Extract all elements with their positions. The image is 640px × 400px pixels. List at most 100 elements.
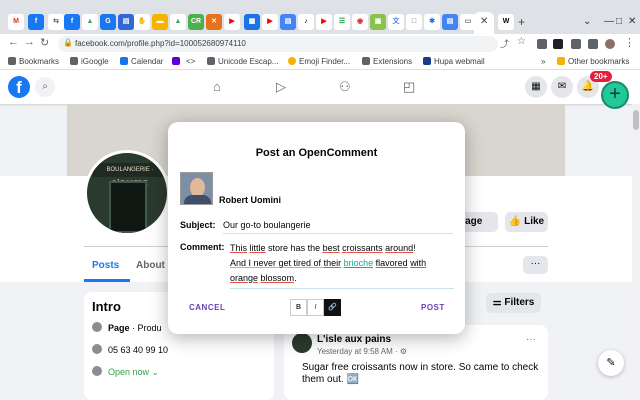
bookmark-item[interactable]: iGoogle <box>70 57 109 66</box>
chrome-menu-icon[interactable]: ⋮ <box>624 36 635 49</box>
lock-icon[interactable]: 🔒 <box>63 38 73 47</box>
sidebar-icon[interactable] <box>588 39 598 49</box>
bookmark-unicode-icon <box>207 57 215 65</box>
intro-hours-row: Open now ⌄ <box>92 366 159 378</box>
tab-slides-icon[interactable]: ▬ <box>152 14 168 30</box>
comment-word: orange <box>230 273 259 283</box>
more-bookmarks-icon[interactable]: » <box>541 57 545 66</box>
home-icon[interactable]: ⌂ <box>213 79 221 94</box>
extension-1-icon[interactable] <box>537 39 547 49</box>
tab-flag-icon[interactable]: ☰ <box>334 14 350 30</box>
tab-doc-icon[interactable]: ▤ <box>118 14 134 30</box>
tab-vpn-icon[interactable]: ◉ <box>352 14 368 30</box>
tab-wikipedia-icon[interactable]: W <box>498 14 514 30</box>
extension-2-icon[interactable] <box>553 39 563 49</box>
tab-gmail-icon[interactable]: M <box>8 14 24 30</box>
add-button[interactable]: + <box>601 81 629 109</box>
other-bookmarks[interactable]: Other bookmarks <box>557 57 629 66</box>
bookmark-emoji-icon <box>288 57 296 65</box>
tab-about[interactable]: About <box>136 260 165 271</box>
new-tab-icon[interactable]: + <box>518 15 525 29</box>
close-tab-icon[interactable]: ✕ <box>480 16 488 27</box>
tab-translate-icon[interactable]: 文 <box>388 14 404 30</box>
link-button[interactable]: 🔗 <box>324 299 341 316</box>
groups-icon[interactable]: ⚇ <box>339 79 351 95</box>
open-now-label[interactable]: Open now ⌄ <box>108 367 159 377</box>
dialog-title: Post an OpenComment <box>255 147 378 159</box>
tab-youtube-icon[interactable]: ▶ <box>224 14 240 30</box>
post-author-avatar[interactable] <box>292 333 312 353</box>
tab-hand-icon[interactable]: ✋ <box>134 14 150 30</box>
tab-facebook-icon[interactable]: f <box>28 14 44 30</box>
intro-page-row: Page · Produ <box>92 322 162 333</box>
search-icon[interactable]: ⌕ <box>35 77 55 97</box>
italic-button[interactable]: I <box>307 299 324 316</box>
bookmark-item[interactable]: Bookmarks <box>8 57 59 66</box>
bookmark-item[interactable]: Unicode Escap... <box>207 57 278 66</box>
forward-icon[interactable]: → <box>24 36 35 48</box>
bookmark-item[interactable]: Calendar <box>120 57 163 66</box>
tab-drive-icon[interactable]: ▲ <box>82 14 98 30</box>
bookmark-label: <> <box>186 57 196 66</box>
tab-blank-icon[interactable]: □ <box>406 14 422 30</box>
tab-docs-icon[interactable]: ▤ <box>280 14 296 30</box>
phone-number[interactable]: 05 63 40 99 10 <box>108 345 168 355</box>
menu-grid-icon[interactable]: ▦ <box>525 76 547 98</box>
bookmarks-bar: Bookmarks iGoogle Calendar <> Unicode Es… <box>0 54 640 70</box>
tab-drive-2-icon[interactable]: ▲ <box>170 14 186 30</box>
clock-icon <box>92 366 102 376</box>
page-label: Page <box>108 323 130 333</box>
tab-green-icon[interactable]: ▣ <box>370 14 386 30</box>
scrollbar[interactable] <box>632 104 640 400</box>
tab-sheets-icon[interactable]: G <box>100 14 116 30</box>
share-icon[interactable]: ⤴ <box>500 37 509 50</box>
like-button[interactable]: 👍 Like <box>505 212 548 232</box>
scrollbar-thumb[interactable] <box>633 110 639 130</box>
compose-message-icon[interactable]: ✎ <box>598 350 624 376</box>
tab-puzzle-icon[interactable]: ✱ <box>424 14 440 30</box>
filters-label: Filters <box>504 297 535 308</box>
tab-docs-2-icon[interactable]: ▤ <box>442 14 458 30</box>
extensions-puzzle-icon[interactable] <box>571 39 581 49</box>
watch-icon[interactable]: ▷ <box>276 79 286 95</box>
post-author[interactable]: L'isle aux pains <box>317 334 391 345</box>
cancel-button[interactable]: CANCEL <box>189 303 225 312</box>
tab-x-icon[interactable]: ✕ <box>206 14 222 30</box>
bookmark-item[interactable] <box>172 57 183 66</box>
facebook-logo[interactable]: f <box>8 76 30 98</box>
tab-facebook-2-icon[interactable]: f <box>64 14 80 30</box>
tab-cr-icon[interactable]: CR <box>188 14 204 30</box>
close-window-icon[interactable]: ✕ <box>628 16 636 27</box>
phone-icon <box>92 344 102 354</box>
url-text[interactable]: facebook.com/profile.php?id=100052680974… <box>75 39 246 48</box>
tab-table-icon[interactable]: ▦ <box>244 14 260 30</box>
post-more-button[interactable]: ··· <box>526 334 536 345</box>
maximize-icon[interactable]: □ <box>616 16 622 27</box>
comment-word: store has the <box>265 243 323 253</box>
avatar[interactable]: BOULANGERIE · PÂTISSERIE <box>84 150 170 236</box>
bookmark-item[interactable]: <> <box>186 57 195 66</box>
reload-icon[interactable]: ↻ <box>40 36 49 49</box>
more-options-button[interactable]: ··· <box>523 256 548 274</box>
comment-field[interactable]: This little store has the best croissant… <box>230 241 454 289</box>
bookmark-item[interactable]: Emoji Finder... <box>288 57 350 66</box>
bookmark-item[interactable]: Extensions <box>362 57 412 66</box>
star-icon[interactable]: ☆ <box>517 36 526 47</box>
tab-search-icon[interactable]: ⌄ <box>583 16 591 27</box>
tab-youtube-3-icon[interactable]: ▶ <box>316 14 332 30</box>
tab-chat-icon[interactable]: ⇆ <box>48 14 64 30</box>
bookmark-item[interactable]: Hupa webmail <box>423 57 485 66</box>
profile-avatar-icon[interactable] <box>605 39 615 49</box>
tab-posts[interactable]: Posts <box>92 260 119 271</box>
bold-button[interactable]: B <box>290 299 307 316</box>
minimize-icon[interactable]: — <box>604 16 614 27</box>
tab-youtube-2-icon[interactable]: ▶ <box>262 14 278 30</box>
post-button[interactable]: POST <box>421 303 445 312</box>
post-timestamp[interactable]: Yesterday at 9:58 AM · ⚙ <box>317 347 407 356</box>
filters-button[interactable]: ⚌ Filters <box>486 293 541 313</box>
gaming-icon[interactable]: ◰ <box>403 79 415 95</box>
messenger-icon[interactable]: ✉ <box>551 76 573 98</box>
tab-tiktok-icon[interactable]: ♪ <box>298 14 314 30</box>
subject-field[interactable]: Our go-to boulangerie <box>223 220 453 234</box>
back-icon[interactable]: ← <box>8 36 19 48</box>
